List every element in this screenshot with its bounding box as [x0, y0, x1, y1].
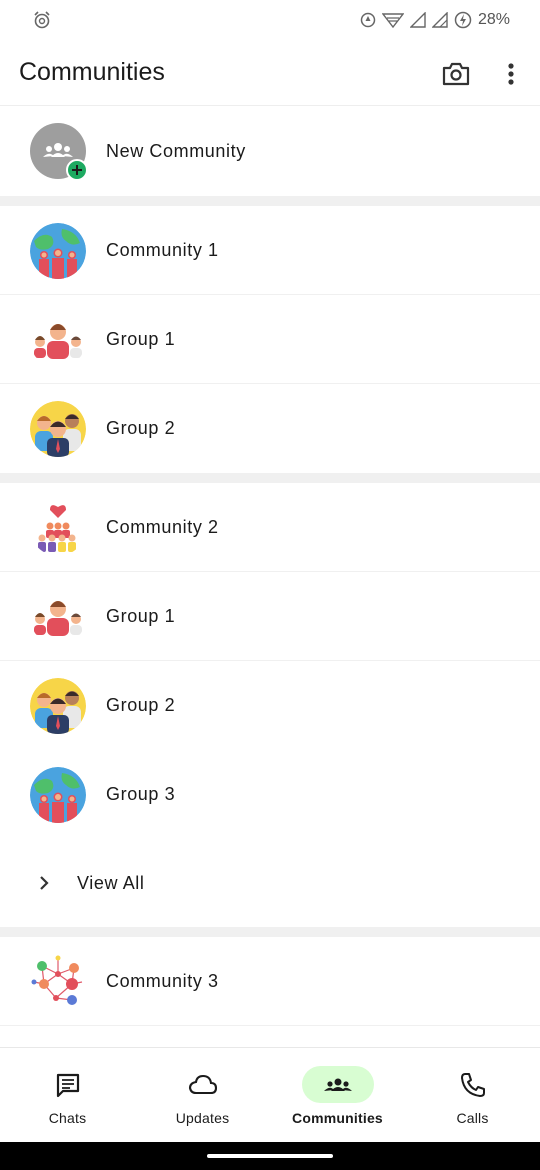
community-row[interactable]: Community 3 [0, 937, 540, 1026]
community-row[interactable]: Community 1 [0, 206, 540, 295]
section-divider [0, 927, 540, 937]
data-saver-icon [360, 12, 376, 28]
group-row[interactable] [0, 1026, 540, 1046]
group-row[interactable]: Group 3 [0, 750, 540, 839]
battery-percentage: 28% [477, 11, 510, 28]
cloud-icon [188, 1074, 218, 1095]
phone-icon [461, 1073, 485, 1097]
heart-crowd-avatar [30, 499, 86, 556]
chat-icon [56, 1073, 80, 1098]
group-row[interactable]: Group 2 [0, 661, 540, 750]
wifi-icon [381, 13, 404, 28]
plus-icon [66, 159, 88, 181]
community-row[interactable]: Community 2 [0, 483, 540, 572]
communities-list: New Community Community 1 Group 1 Group … [0, 106, 540, 1046]
home-gesture-handle[interactable] [207, 1154, 333, 1158]
network-avatar [30, 953, 86, 1010]
section-divider [0, 196, 540, 206]
group-name: Group 2 [106, 695, 176, 715]
team-avatar [30, 400, 86, 457]
alarm-icon [34, 11, 50, 29]
group-name: Group 1 [106, 606, 176, 626]
camera-icon[interactable] [441, 60, 471, 88]
section-divider [0, 473, 540, 483]
nav-label: Updates [175, 1110, 230, 1126]
page-title: Communities [19, 58, 165, 86]
nav-label: Chats [48, 1110, 87, 1126]
community-name: Community 1 [106, 240, 219, 260]
signal-icon [409, 12, 426, 28]
nav-communities[interactable]: Communities [270, 1048, 405, 1143]
three-people-avatar [30, 588, 86, 645]
nav-label: Communities [292, 1110, 383, 1126]
view-all-label: View All [77, 872, 145, 893]
status-bar: 28% [0, 0, 540, 40]
group-row[interactable]: Group 1 [0, 572, 540, 661]
system-navigation-bar [0, 1142, 540, 1170]
group-name: Group 3 [106, 784, 176, 804]
battery-charging-icon [454, 11, 472, 29]
nav-updates[interactable]: Updates [135, 1048, 270, 1143]
community-name: Community 2 [106, 517, 219, 537]
group-name: Group 2 [106, 418, 176, 438]
community-icon [324, 1078, 352, 1091]
group-row[interactable]: Group 1 [0, 295, 540, 384]
globe-people-avatar [30, 766, 86, 823]
group-row[interactable]: Group 2 [0, 384, 540, 473]
app-bar: Communities [0, 40, 540, 106]
view-all-button[interactable]: View All [0, 839, 540, 927]
team-avatar [30, 677, 86, 734]
nav-chats[interactable]: Chats [0, 1048, 135, 1143]
globe-people-avatar [30, 222, 86, 279]
bottom-navigation: Chats Updates Communities Calls [0, 1047, 540, 1142]
group-name: Group 1 [106, 329, 176, 349]
community-name: Community 3 [106, 971, 219, 991]
three-people-avatar [30, 311, 86, 368]
signal-icon [431, 12, 448, 28]
more-vert-icon[interactable] [500, 60, 522, 88]
chevron-right-icon [40, 876, 49, 890]
three-people-avatar [30, 1042, 86, 1046]
nav-calls[interactable]: Calls [405, 1048, 540, 1143]
new-community-row[interactable]: New Community [0, 106, 540, 196]
new-community-label: New Community [106, 140, 246, 161]
nav-label: Calls [456, 1110, 489, 1126]
